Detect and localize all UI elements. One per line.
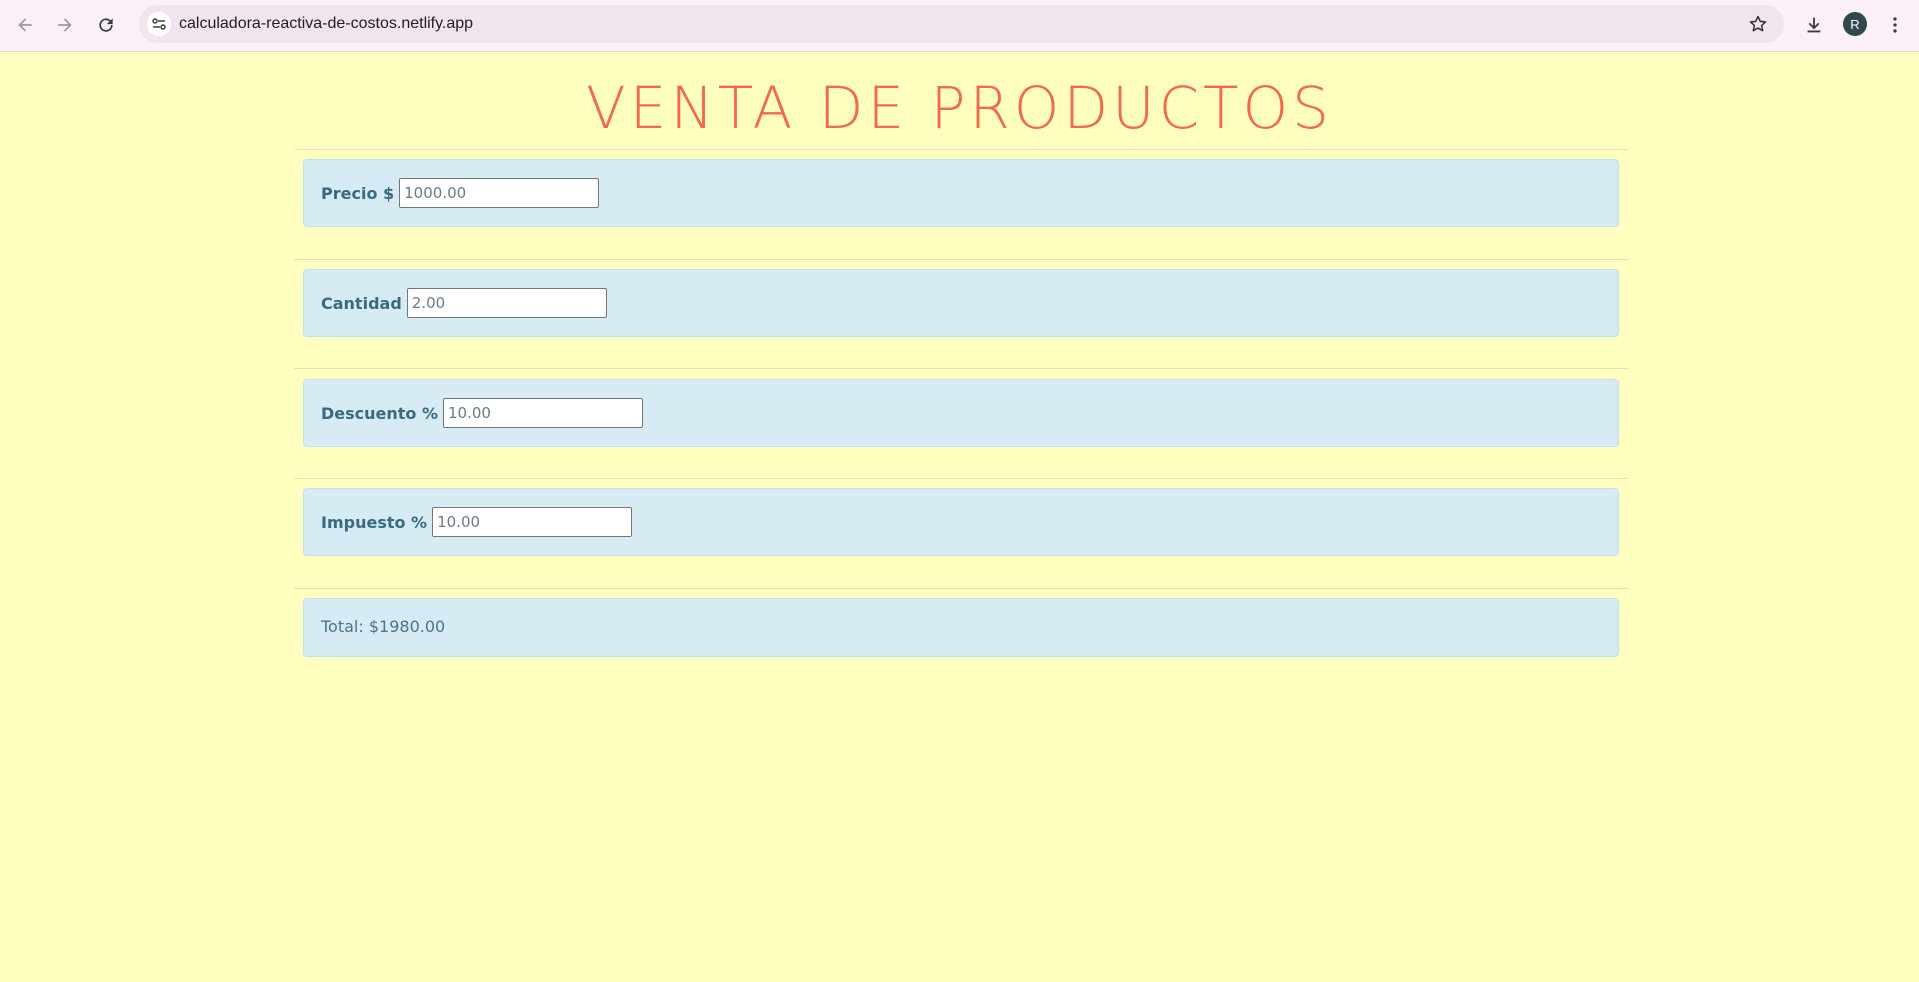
price-card: Precio $ <box>303 159 1619 227</box>
price-label: Precio $ <box>321 183 395 203</box>
forward-icon[interactable] <box>51 11 79 39</box>
discount-input[interactable] <box>443 398 644 428</box>
divider <box>294 588 1628 589</box>
discount-card: Descuento % <box>303 379 1619 447</box>
back-icon[interactable] <box>11 11 39 39</box>
tax-label: Impuesto % <box>321 512 428 532</box>
divider <box>294 478 1628 479</box>
quantity-card: Cantidad <box>303 269 1619 337</box>
divider <box>294 149 1628 150</box>
total-text: Total: $1980.00 <box>321 617 446 636</box>
bookmark-star-icon[interactable] <box>1748 14 1768 34</box>
browser-toolbar: calculadora-reactiva-de-costos.netlify.a… <box>0 0 1919 52</box>
address-bar[interactable]: calculadora-reactiva-de-costos.netlify.a… <box>139 5 1784 43</box>
page-title: VENTA DE PRODUCTOS <box>586 74 1333 142</box>
price-input[interactable] <box>399 178 600 208</box>
divider <box>294 259 1628 260</box>
site-settings-icon[interactable] <box>147 12 171 36</box>
download-icon[interactable] <box>1800 11 1828 39</box>
divider <box>294 368 1628 369</box>
total-card: Total: $1980.00 <box>303 598 1619 657</box>
discount-label: Descuento % <box>321 403 439 423</box>
quantity-label: Cantidad <box>321 293 402 313</box>
url-text[interactable]: calculadora-reactiva-de-costos.netlify.a… <box>179 15 473 33</box>
profile-avatar[interactable]: R <box>1843 12 1867 36</box>
tax-input[interactable] <box>432 507 633 537</box>
quantity-input[interactable] <box>406 288 607 318</box>
reload-icon[interactable] <box>92 11 120 39</box>
tax-card: Impuesto % <box>303 488 1619 556</box>
more-menu-icon[interactable] <box>1881 11 1909 39</box>
